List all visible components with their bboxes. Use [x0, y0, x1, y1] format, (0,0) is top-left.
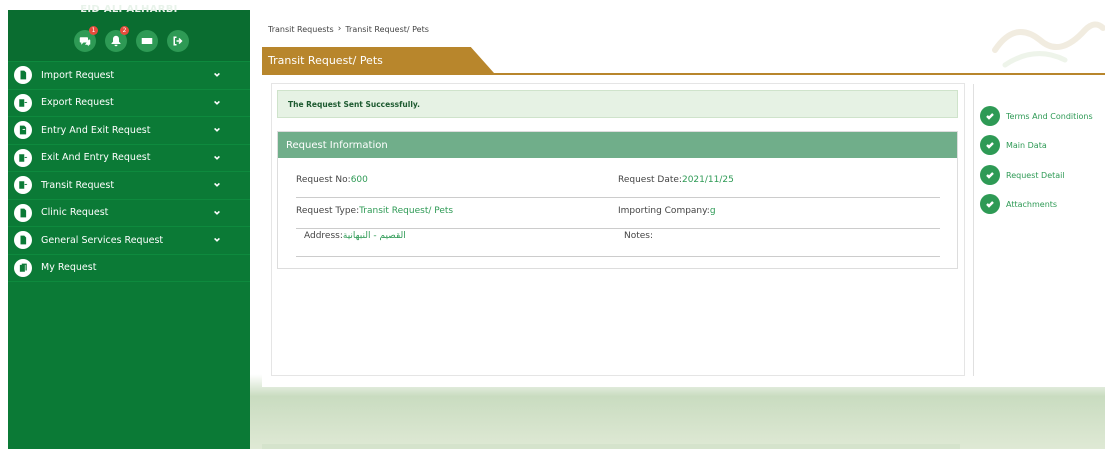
step-label: Terms And Conditions [1006, 111, 1093, 121]
request-date-value: 2021/11/25 [681, 175, 734, 185]
sidebar-item-general-services-request[interactable]: General Services Request [8, 227, 250, 255]
sidebar-item-transit-request[interactable]: Transit Request [8, 172, 250, 200]
breadcrumb-link-transit-requests[interactable]: Transit Requests [268, 25, 334, 34]
chevron-down-icon [213, 99, 223, 109]
my-request-icon [14, 258, 32, 277]
notes-label: Notes: [624, 231, 654, 241]
request-information-header: Request Information [278, 132, 957, 158]
top-icon-bar: 1 2 [74, 26, 189, 52]
sidebar-item-label: Entry And Exit Request [41, 124, 151, 136]
success-alert: The Request Sent Successfully. [277, 90, 958, 118]
check-icon [980, 165, 1000, 185]
address-label: Address: [304, 231, 343, 241]
chevron-down-icon [213, 154, 223, 164]
request-type-field: Request Type:Transit Request/ Pets [296, 206, 453, 216]
address-field: Address:القصيم - النبهانية [304, 231, 406, 241]
request-no-field: Request No:600 [296, 175, 368, 185]
page-title: Transit Request/ Pets [262, 47, 494, 73]
request-date-label: Request Date: [618, 175, 682, 185]
sidebar-item-label: Import Request [41, 69, 115, 81]
logout-icon[interactable] [167, 30, 189, 52]
breadcrumb: Transit Requests › Transit Request/ Pets [268, 24, 429, 34]
request-type-label: Request Type: [296, 206, 360, 216]
services-icon [14, 231, 32, 250]
check-icon [980, 194, 1000, 214]
sidebar-item-label: Export Request [41, 97, 114, 109]
sidebar-item-entry-exit-request[interactable]: Entry And Exit Request [8, 117, 250, 145]
id-card-icon[interactable] [136, 30, 158, 52]
sidebar-header: EID ALI ALHARBI 1 2 [8, 4, 250, 62]
bell-icon[interactable]: 2 [105, 26, 129, 52]
clinic-icon [14, 203, 32, 222]
step-request-detail[interactable]: Request Detail [980, 165, 1065, 185]
lower-panel-edge [262, 444, 960, 449]
importing-company-field: Importing Company:g [618, 206, 716, 216]
exit-entry-icon [14, 148, 32, 167]
request-date-field: Request Date:2021/11/25 [618, 175, 734, 185]
chat-icon[interactable]: 1 [74, 26, 98, 52]
user-name: EID ALI ALHARBI [80, 4, 178, 14]
chevron-down-icon [213, 209, 223, 219]
sidebar-item-label: Clinic Request [41, 207, 109, 219]
sidebar: EID ALI ALHARBI 1 2 Import Request Expor… [8, 4, 250, 449]
sidebar-item-my-request[interactable]: My Request [8, 255, 250, 282]
chevron-down-icon [213, 126, 223, 136]
check-icon [980, 106, 1000, 126]
address-value: القصيم - النبهانية [342, 231, 406, 241]
sidebar-item-exit-entry-request[interactable]: Exit And Entry Request [8, 145, 250, 172]
step-terms-and-conditions[interactable]: Terms And Conditions [980, 106, 1093, 126]
chevron-down-icon [213, 236, 223, 246]
row-divider [296, 197, 940, 198]
sidebar-item-label: Transit Request [41, 179, 115, 191]
bell-badge: 2 [120, 26, 129, 35]
step-label: Request Detail [1006, 170, 1065, 180]
step-label: Attachments [1006, 199, 1058, 209]
sidebar-item-clinic-request[interactable]: Clinic Request [8, 200, 250, 227]
entry-exit-icon [14, 121, 32, 140]
transit-icon [14, 176, 32, 195]
chevron-down-icon [213, 71, 223, 81]
step-main-data[interactable]: Main Data [980, 135, 1047, 155]
sidebar-item-label: Exit And Entry Request [41, 152, 151, 164]
request-no-label: Request No: [296, 175, 351, 185]
request-no-value: 600 [350, 175, 368, 185]
step-attachments[interactable]: Attachments [980, 194, 1057, 214]
sidebar-item-label: General Services Request [41, 234, 164, 246]
sidebar-item-import-request[interactable]: Import Request [8, 62, 250, 90]
breadcrumb-current: Transit Request/ Pets [345, 24, 429, 34]
logo-watermark-icon [992, 21, 1105, 68]
sidebar-item-export-request[interactable]: Export Request [8, 90, 250, 117]
chevron-down-icon [213, 181, 223, 191]
row-divider [296, 256, 940, 257]
progress-steps: Terms And Conditions Main Data Request D… [973, 84, 1105, 376]
importing-company-value: g [709, 206, 716, 216]
request-information-panel: Request Information Request No:600 Reque… [277, 131, 958, 269]
sidebar-menu: Import Request Export Request Entry And … [8, 62, 250, 282]
chat-badge: 1 [89, 26, 98, 35]
request-type-value: Transit Request/ Pets [359, 206, 454, 216]
export-icon [14, 93, 32, 112]
breadcrumb-separator: › [337, 24, 342, 34]
check-icon [980, 135, 1000, 155]
import-icon [14, 66, 32, 85]
step-label: Main Data [1006, 140, 1047, 150]
importing-company-label: Importing Company: [618, 206, 710, 216]
sidebar-item-label: My Request [41, 262, 97, 274]
notes-field: Notes: [624, 231, 653, 241]
row-divider [296, 228, 940, 229]
